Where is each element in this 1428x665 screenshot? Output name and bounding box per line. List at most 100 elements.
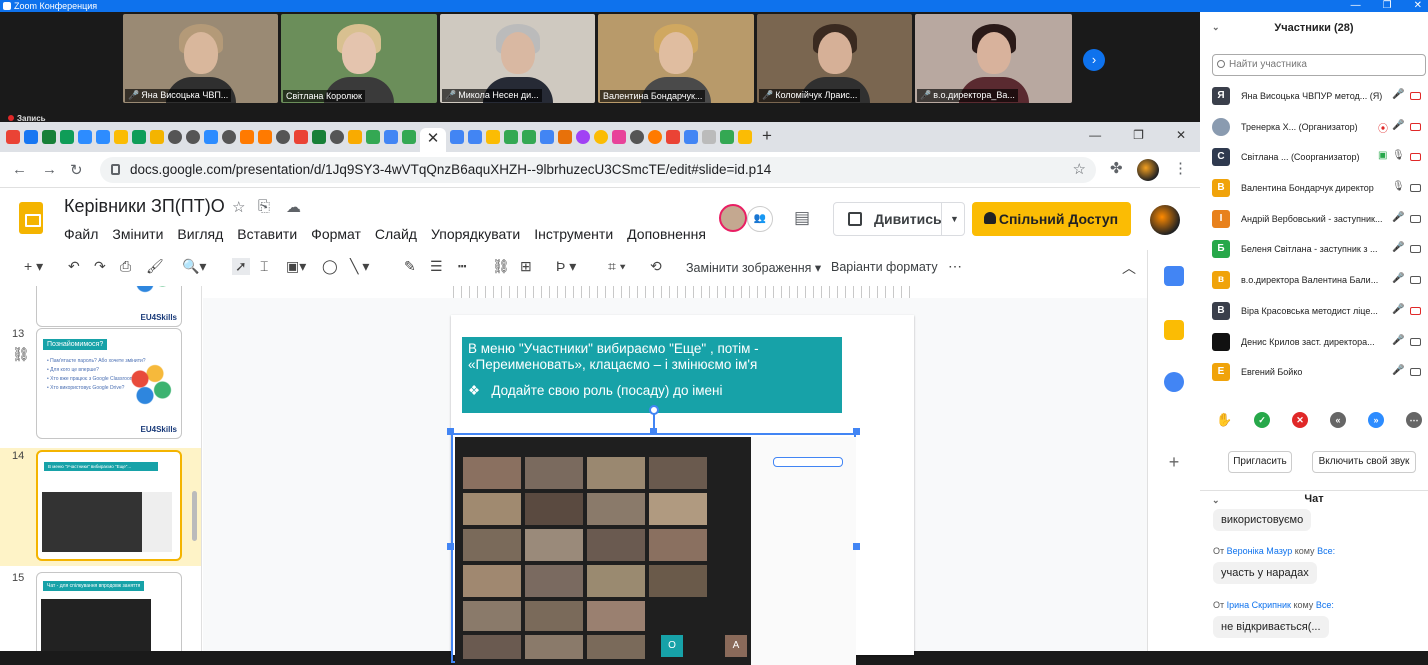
chevron-down-icon[interactable]: ▼ xyxy=(950,203,959,235)
maximize-icon[interactable]: ❐ xyxy=(1133,128,1144,142)
collaborator-avatar[interactable] xyxy=(719,204,747,232)
share-button[interactable]: Спільний Доступ xyxy=(972,202,1131,236)
active-tab-close-icon[interactable]: ✕ xyxy=(420,128,446,152)
print-icon[interactable]: ⎙ xyxy=(120,258,131,275)
menu-file[interactable]: Файл xyxy=(64,226,98,242)
slides-tab-icon[interactable] xyxy=(114,130,128,144)
document-title[interactable]: Керівники ЗП(ПТ)О xyxy=(64,196,225,217)
forward-icon[interactable]: → xyxy=(42,161,57,178)
site-tab-icon[interactable] xyxy=(648,130,662,144)
yes-icon[interactable]: ✓ xyxy=(1254,412,1270,428)
reset-image-icon[interactable]: ⟲ xyxy=(650,258,662,275)
present-button[interactable]: Дивитись ▼ xyxy=(833,202,965,236)
participant-row[interactable]: Я Яна Висоцька ЧВПУР метод... (Я) 🎤 xyxy=(1212,84,1428,115)
back-icon[interactable]: ← xyxy=(12,161,27,178)
video-tile[interactable]: Світлана Королюк xyxy=(281,14,437,103)
slower-icon[interactable]: « xyxy=(1330,412,1346,428)
image-icon[interactable]: ▣▾ xyxy=(286,258,306,275)
link-icon[interactable]: ⛓ xyxy=(492,258,510,275)
slides-tab-icon[interactable] xyxy=(486,130,500,144)
classroom-tab-icon[interactable] xyxy=(312,130,326,144)
menu-arrange[interactable]: Упорядкувати xyxy=(431,226,520,242)
filmstrip-scrollbar[interactable] xyxy=(192,491,197,541)
drive-tab-icon[interactable] xyxy=(522,130,536,144)
video-tile[interactable]: 🎤 в.о.директора_Ва... xyxy=(915,14,1072,103)
participant-row[interactable]: В Валентина Бондарчук директор 🎙 xyxy=(1212,176,1428,207)
docs-tab-icon[interactable] xyxy=(684,130,698,144)
invite-button[interactable]: Пригласить xyxy=(1228,451,1292,473)
menu-edit[interactable]: Змінити xyxy=(112,226,163,242)
docs-tab-icon[interactable] xyxy=(450,130,464,144)
chevron-down-icon[interactable]: ⌄ xyxy=(1212,22,1220,33)
close-icon[interactable]: ✕ xyxy=(1414,0,1422,12)
site-tab-icon[interactable] xyxy=(630,130,644,144)
slide-thumbnail-selected[interactable]: В меню "Участники" вибираємо "Еще"... xyxy=(36,450,182,561)
selected-image[interactable]: О А xyxy=(451,433,856,665)
classroom-tab-icon[interactable] xyxy=(132,130,146,144)
keep-icon[interactable] xyxy=(1164,320,1184,340)
zoom-tab-icon[interactable] xyxy=(78,130,92,144)
url-bar[interactable]: docs.google.com/presentation/d/1Jq9SY3-4… xyxy=(100,157,1096,183)
bookmark-star-icon[interactable]: ☆ xyxy=(1073,157,1086,183)
raise-hand-icon[interactable]: ✋ xyxy=(1216,412,1232,428)
participant-row[interactable]: Денис Крилов заст. директора... 🎤 xyxy=(1212,330,1428,361)
docs-tab-icon[interactable] xyxy=(384,130,398,144)
slides-tab-icon[interactable] xyxy=(150,130,164,144)
undo-icon[interactable]: ↶ xyxy=(68,258,80,275)
zoom-tab-icon[interactable] xyxy=(204,130,218,144)
resize-handle[interactable] xyxy=(447,543,454,550)
unmute-button[interactable]: Включить свой звук xyxy=(1312,451,1416,473)
border-color-icon[interactable]: ✎ xyxy=(404,258,416,275)
line-icon[interactable]: ╲ ▾ xyxy=(350,258,369,275)
alt-text-icon[interactable]: ⊞ xyxy=(520,258,532,275)
format-options-button[interactable]: Варіанти формату xyxy=(831,260,938,274)
facebook-tab-icon[interactable] xyxy=(24,130,38,144)
site-tab-icon[interactable] xyxy=(168,130,182,144)
menu-tools[interactable]: Інструменти xyxy=(534,226,613,242)
site-tab-icon[interactable] xyxy=(258,130,272,144)
shape-icon[interactable]: ◯ xyxy=(322,258,338,275)
site-tab-icon[interactable] xyxy=(186,130,200,144)
menu-view[interactable]: Вигляд xyxy=(177,226,223,242)
select-icon[interactable]: ➚ xyxy=(232,258,250,275)
gallery-next-button[interactable]: › xyxy=(1083,49,1105,71)
paint-format-icon[interactable]: 🖌 xyxy=(146,258,164,275)
drive-tab-icon[interactable] xyxy=(504,130,518,144)
border-dash-icon[interactable]: ┅ xyxy=(458,258,466,275)
chevron-down-icon[interactable]: ⌄ xyxy=(1212,495,1220,506)
slides-logo-icon[interactable] xyxy=(19,202,43,234)
zoom-icon[interactable]: 🔍▾ xyxy=(182,258,206,275)
more-icon[interactable]: ⋯ xyxy=(948,258,962,275)
site-tab-icon[interactable] xyxy=(612,130,626,144)
video-tile[interactable]: 🎤 Яна Висоцька ЧВП... xyxy=(123,14,278,103)
site-tab-icon[interactable] xyxy=(594,130,608,144)
resize-handle[interactable] xyxy=(447,428,454,435)
border-weight-icon[interactable]: ☰ xyxy=(430,258,443,275)
video-tile[interactable]: 🎤 Коломійчук Лраис... xyxy=(757,14,912,103)
site-tab-icon[interactable] xyxy=(240,130,254,144)
word-tab-icon[interactable] xyxy=(558,130,572,144)
drive-tab-icon[interactable] xyxy=(720,130,734,144)
maximize-icon[interactable]: ❐ xyxy=(1383,0,1392,12)
text-box-icon[interactable]: ⌶ xyxy=(260,258,268,275)
docs-tab-icon[interactable] xyxy=(468,130,482,144)
site-tab-icon[interactable] xyxy=(348,130,362,144)
redo-icon[interactable]: ↷ xyxy=(94,258,106,275)
resize-handle[interactable] xyxy=(853,428,860,435)
sheet-tab-icon[interactable] xyxy=(42,130,56,144)
no-icon[interactable]: ✕ xyxy=(1292,412,1308,428)
site-tab-icon[interactable] xyxy=(330,130,344,144)
browser-menu-icon[interactable]: ⋮ xyxy=(1173,159,1188,177)
participant-row[interactable]: І Андрій Вербовський - заступник... 🎤 xyxy=(1212,207,1428,238)
comment-icon[interactable]: ▤ xyxy=(794,208,810,228)
resize-handle[interactable] xyxy=(650,428,657,435)
participant-row[interactable]: С Світлана ... (Соорганизатор) ▣ 🎙 xyxy=(1212,145,1428,176)
drive-tab-icon[interactable] xyxy=(366,130,380,144)
site-tab-icon[interactable] xyxy=(576,130,590,144)
site-tab-icon[interactable] xyxy=(276,130,290,144)
cloud-status-icon[interactable]: ☁ xyxy=(286,198,301,216)
menu-slide[interactable]: Слайд xyxy=(375,226,417,242)
slide-thumbnail[interactable]: Познайомимося? • Пам'ятаєте пароль? Або … xyxy=(36,328,182,439)
account-avatar[interactable] xyxy=(1150,205,1180,235)
site-tab-icon[interactable] xyxy=(702,130,716,144)
